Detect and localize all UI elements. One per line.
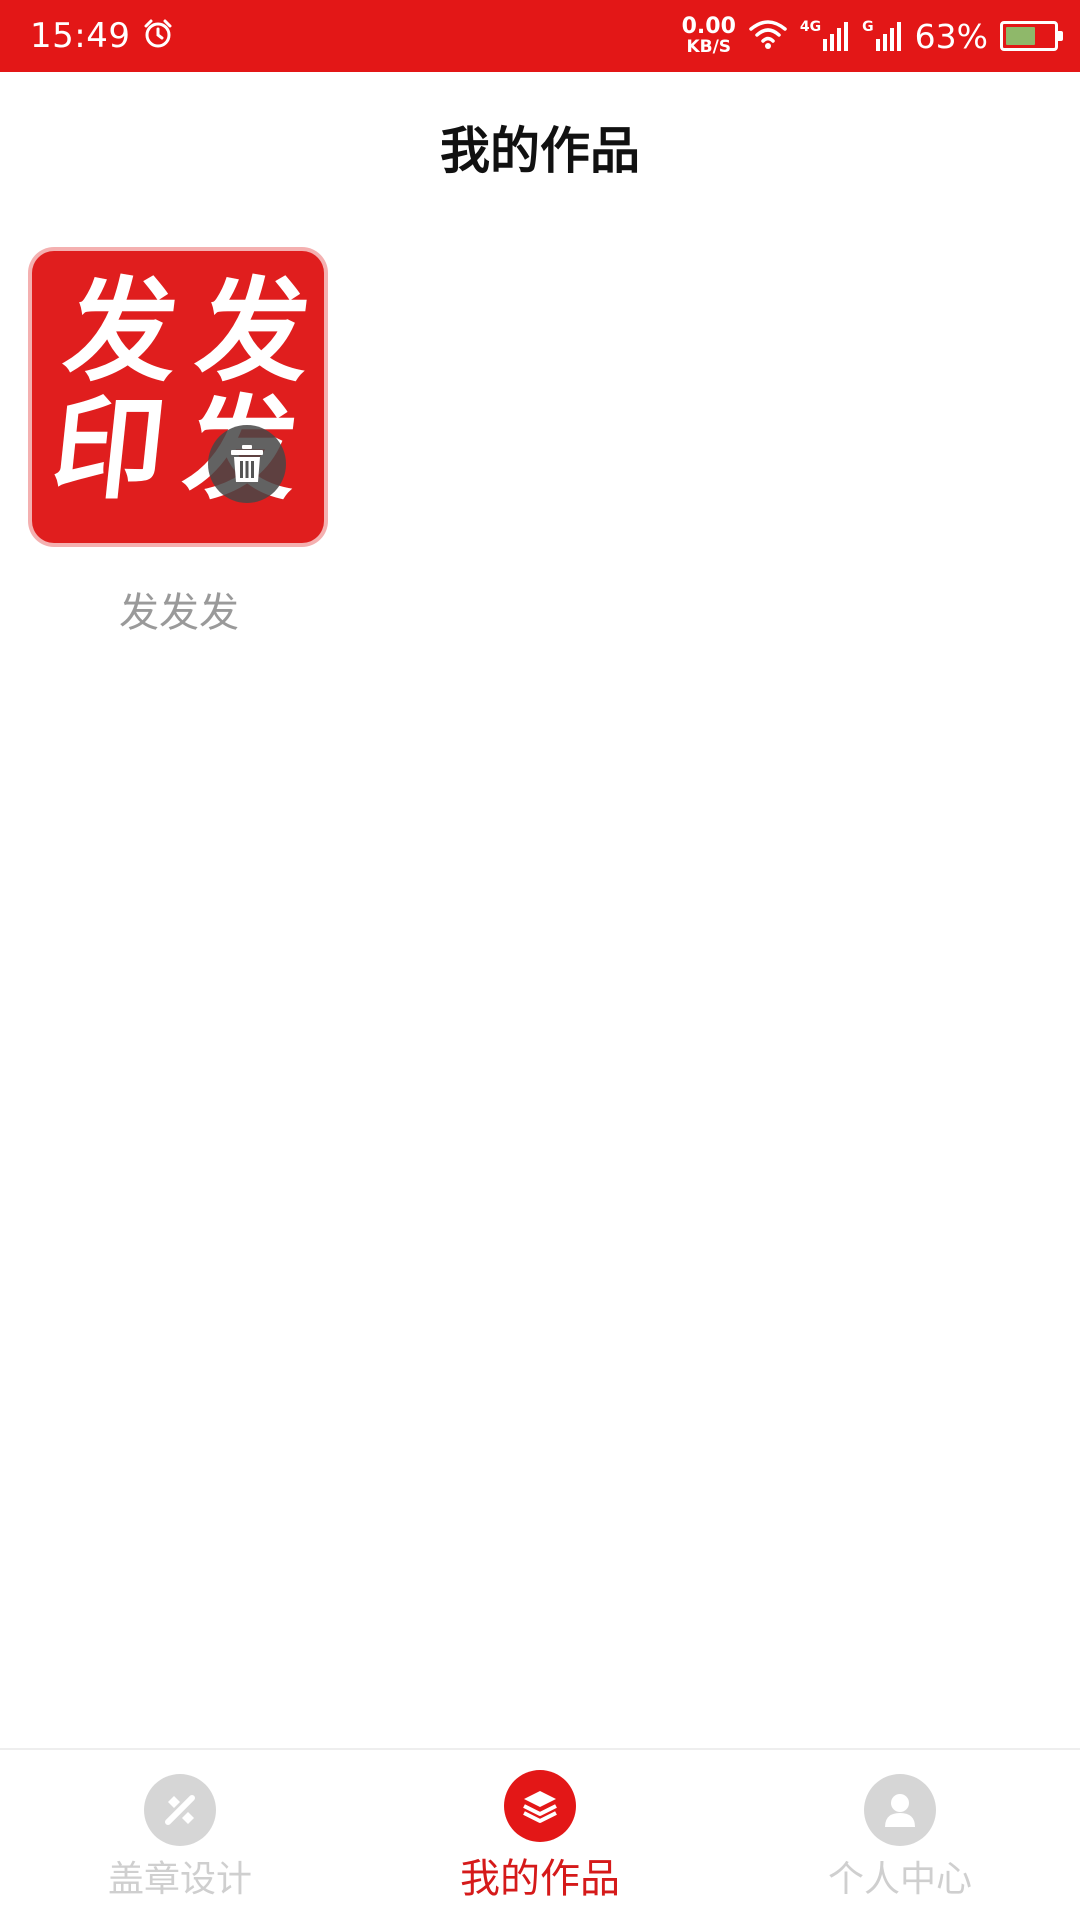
tab-my-works[interactable]: 我的作品 — [360, 1750, 720, 1920]
alarm-icon — [142, 18, 174, 54]
status-bar: 15:49 0.00 KB/S 4G G 63% — [0, 0, 1080, 72]
signal-bars-icon — [823, 22, 849, 51]
page-header: 我的作品 — [0, 72, 1080, 222]
network-speed: 0.00 KB/S — [681, 14, 736, 57]
stamp-thumbnail[interactable]: 发 发 印 发 — [32, 251, 324, 543]
bottom-tab-bar: 盖章设计 我的作品 个人中心 — [0, 1748, 1080, 1920]
tab-label: 盖章设计 — [107, 1859, 252, 1900]
work-title: 发发发 — [119, 590, 239, 636]
tab-label: 个人中心 — [827, 1859, 972, 1900]
layers-icon — [504, 1770, 576, 1842]
user-icon — [864, 1774, 936, 1846]
battery-percent: 63% — [914, 16, 988, 56]
trash-icon — [231, 445, 263, 482]
wifi-icon — [748, 18, 788, 54]
status-time: 15:49 — [30, 16, 131, 56]
battery-icon — [1000, 21, 1063, 51]
delete-button[interactable] — [208, 425, 286, 503]
stamp-design-icon — [144, 1774, 216, 1846]
battery-level — [1006, 27, 1035, 45]
page-title: 我的作品 — [440, 122, 640, 180]
work-item[interactable]: 发 发 印 发 发发发 — [24, 248, 334, 638]
stamp-char: 印 — [45, 385, 166, 515]
stamp-char: 发 — [190, 267, 311, 397]
cell-signal-g: G — [862, 19, 903, 51]
tab-stamp-design[interactable]: 盖章设计 — [0, 1750, 360, 1920]
tab-profile[interactable]: 个人中心 — [720, 1750, 1080, 1920]
stamp-char: 发 — [58, 267, 179, 397]
tab-label: 我的作品 — [460, 1856, 620, 1902]
cell-signal-4g: 4G — [800, 19, 850, 51]
signal-bars-icon — [875, 22, 901, 51]
